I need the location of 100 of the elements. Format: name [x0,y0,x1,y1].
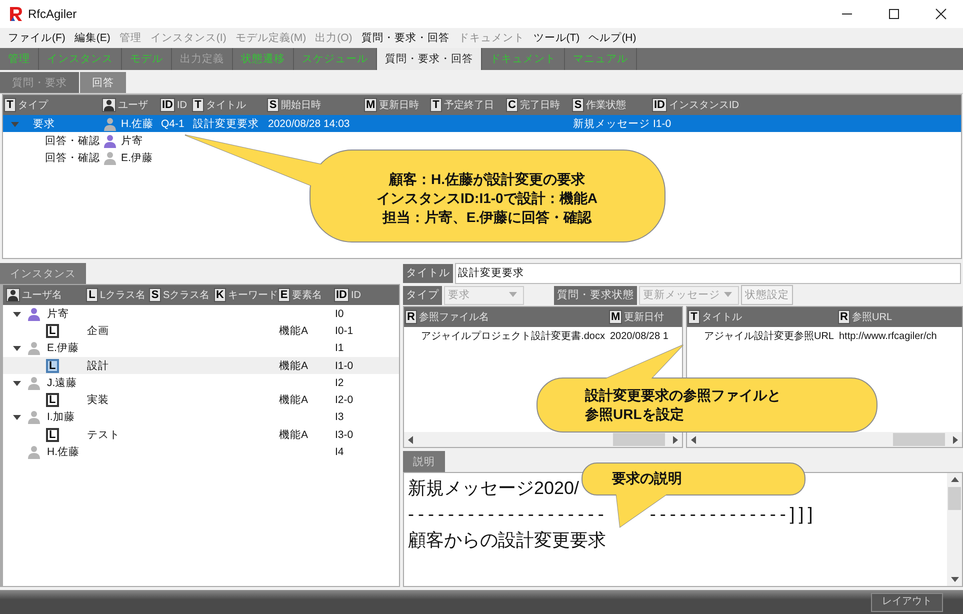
module-tab[interactable]: ドキュメント [482,48,565,70]
url-row[interactable]: アジャイル設計変更参照URL http://www.rfcagiler/ch [687,327,962,345]
module-tab[interactable]: マニュアル [565,48,637,70]
layout-button[interactable]: レイアウト [871,592,943,612]
callout-text: 顧客：H.佐藤が設計変更の要求 [388,170,586,189]
column-header[interactable]: 更新日付 [624,310,664,324]
module-tab[interactable]: モデル [122,48,172,70]
column-header[interactable]: ID [351,290,361,300]
callout-text: インスタンスID:I1-0で設計：機能A [376,189,598,208]
tree-row[interactable]: J.遠藤 I2 [3,374,399,392]
column-header[interactable]: 更新日時 [379,98,420,112]
scroll-left-icon[interactable] [690,436,698,444]
class-name: 企画 [87,324,109,338]
scroll-left-icon[interactable] [407,436,415,444]
column-header[interactable]: Lクラス名 [100,288,146,302]
letter-badge: T [688,310,700,324]
user-name: H.佐藤 [121,116,154,130]
column-header[interactable]: タイトル [702,310,742,324]
tree-row[interactable]: 要求 H.佐藤 Q4-1 設計変更要求 2020/08/28 14:03 新規メッセージ I1-0 [3,115,961,132]
collapse-arrow-icon[interactable] [13,413,21,422]
file-name: アジャイルプロジェクト設計変更書.docx [420,330,606,343]
letter-badge: L [86,288,98,302]
class-name: テスト [87,428,120,442]
column-header[interactable]: 作業状態 [586,98,626,112]
column-header[interactable]: インスタンスID [669,98,739,112]
id-text: I0 [335,308,344,320]
letter-badge: S [267,98,279,112]
tree-row[interactable]: E.伊藤 I1 [3,340,399,357]
close-icon[interactable] [935,8,947,20]
dropdown-caret-icon [724,292,732,298]
horizontal-scrollbar[interactable] [404,432,682,447]
module-tab[interactable]: インスタンス [39,48,122,70]
field-label: タイトル [403,264,453,282]
column-header[interactable]: タイトル [206,98,246,112]
file-row[interactable]: アジャイルプロジェクト設計変更書.docx 2020/08/28 1 [404,327,682,345]
column-header[interactable]: 開始日時 [281,98,321,112]
tree-row[interactable]: 回答・確認 片寄 [3,132,961,149]
tree-row[interactable]: L 実装 機能A I2-0 [3,391,399,409]
sub-tab[interactable]: 質問・要求 [0,72,79,93]
user-name: J.遠藤 [47,376,78,390]
scroll-thumb[interactable] [893,433,945,446]
scroll-right-icon[interactable] [951,436,959,444]
letter-badge: T [4,98,16,112]
scroll-down-icon[interactable] [950,575,958,583]
letter-badge: L [46,358,59,373]
column-header[interactable]: ID [177,100,187,110]
module-tab[interactable]: 状態遷移 [233,48,294,70]
scroll-thumb[interactable] [613,433,665,446]
tree-row[interactable]: 片寄 I0 [3,305,399,322]
collapse-arrow-icon[interactable] [13,310,21,318]
tree-row[interactable]: L 企画 機能A I0-1 [3,322,399,340]
sub-tab[interactable]: 回答 [80,72,126,93]
horizontal-scrollbar[interactable] [687,432,962,447]
description-text: 新規メッセージ2020/ [408,477,580,500]
id-text: Q4-1 [161,118,184,130]
column-header[interactable]: 要素名 [292,288,322,302]
title-field[interactable]: 設計変更要求 [455,262,961,284]
maximize-icon[interactable] [888,8,900,20]
letter-badge: R [405,310,417,324]
menu-item[interactable]: 質問・要求・回答 [361,31,450,45]
element-name: 機能A [279,393,308,408]
tree-row[interactable]: I.加藤 I3 [3,408,399,426]
letter-badge: ID [652,98,667,112]
column-header[interactable]: 予定終了日 [444,98,494,112]
scroll-up-icon[interactable] [950,476,958,484]
letter-badge: L [46,393,59,408]
collapse-arrow-icon[interactable] [13,344,21,352]
column-header[interactable]: ユーザ名 [22,288,62,302]
user-name: E.伊藤 [47,341,79,356]
column-header[interactable]: キーワード [228,288,278,302]
element-name: 機能A [279,428,308,442]
module-tab[interactable]: 質問・要求・回答 [377,48,482,70]
column-header[interactable]: 完了日時 [520,98,560,112]
type-text: 回答・確認 [45,150,100,164]
panel-tab[interactable]: 説明 [403,451,445,472]
column-header[interactable]: タイプ [18,98,48,112]
tree-row[interactable]: H.佐藤 I4 [3,443,399,461]
user-name: 片寄 [121,134,143,148]
column-header[interactable]: 参照ファイル名 [419,310,489,324]
id-text: I1-0 [335,360,354,372]
menu-item[interactable]: ツール(T) [533,31,580,45]
module-tab[interactable]: 管理 [0,48,39,70]
vertical-scrollbar[interactable] [947,473,962,586]
menu-item[interactable]: ファイル(F) [8,31,66,45]
scroll-right-icon[interactable] [671,436,679,444]
letter-badge: S [572,98,584,112]
scroll-thumb[interactable] [948,487,961,510]
letter-badge: M [364,98,378,112]
column-header[interactable]: Sクラス名 [163,288,210,302]
tree-row[interactable]: L テスト 機能A I3-0 [3,426,399,444]
column-header[interactable]: 参照URL [852,310,892,324]
column-header[interactable]: ユーザ [118,98,148,112]
panel-tab[interactable]: インスタンス [0,263,86,284]
letter-badge: M [609,310,622,324]
collapse-arrow-icon[interactable] [13,378,21,387]
menu-item[interactable]: ヘルプ(H) [588,31,636,45]
field-label: 質問・要求状態 [554,286,637,304]
tree-row[interactable]: L 設計 機能A I1-0 [3,356,399,374]
tree-row[interactable]: 回答・確認 E.伊藤 [3,149,961,166]
menu-item[interactable]: 編集(E) [74,31,110,45]
